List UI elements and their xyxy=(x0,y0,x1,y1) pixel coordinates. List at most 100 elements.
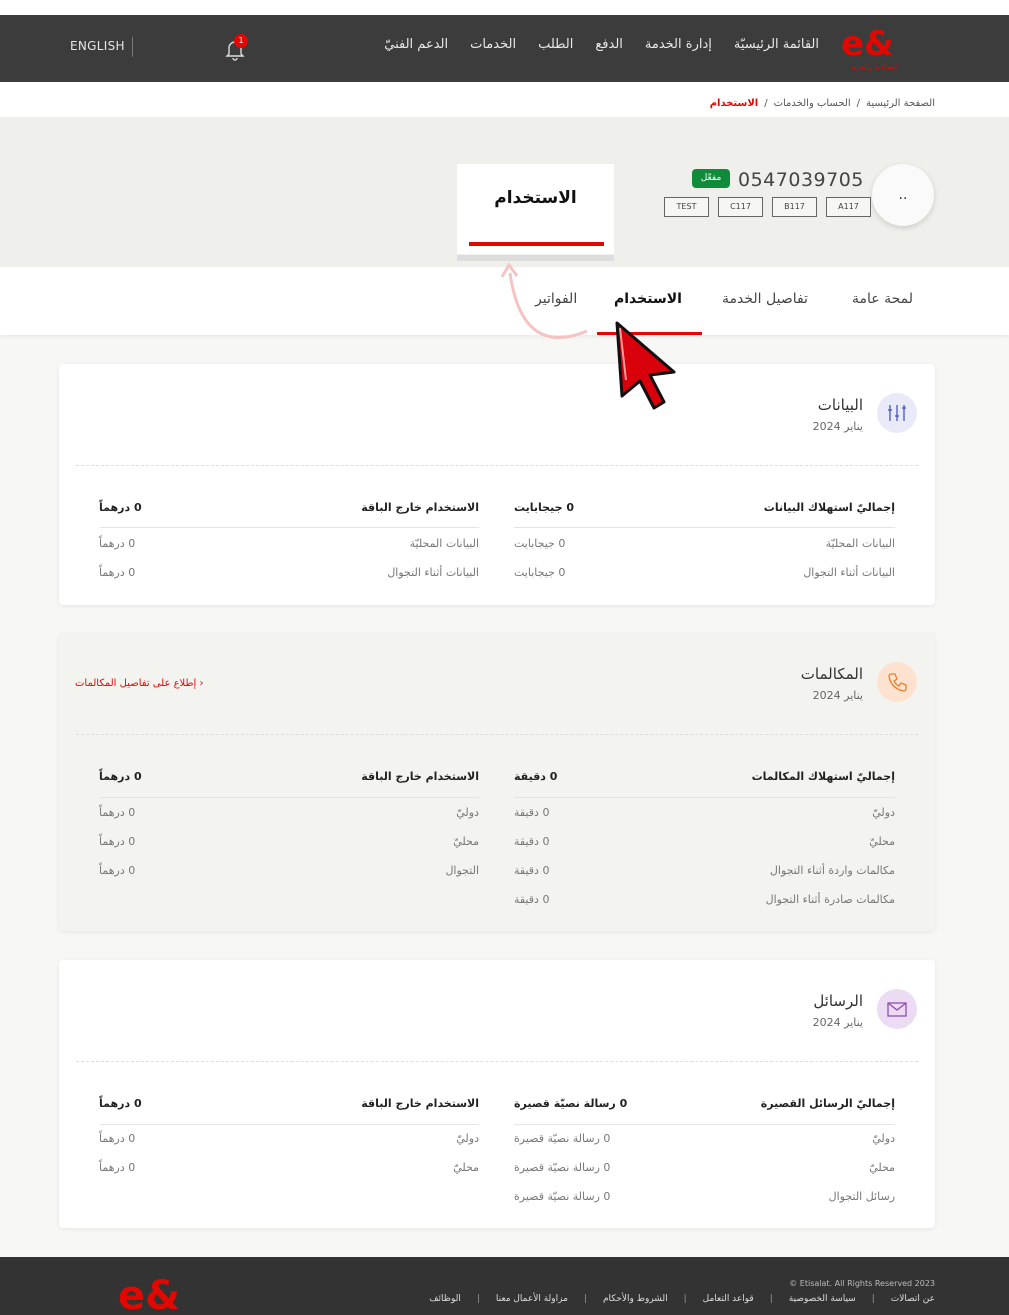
overage-row-label: محليّ xyxy=(453,835,479,848)
account-tag: A117 xyxy=(826,197,871,217)
divider xyxy=(76,465,918,466)
calls-usage-card: المكالمات يناير 2024 ‹ إطلاع على تفاصيل … xyxy=(59,633,935,931)
phone-icon xyxy=(877,662,917,702)
card-period: يناير 2024 xyxy=(812,689,863,702)
account-tag: B117 xyxy=(772,197,817,217)
divider xyxy=(99,527,479,528)
language-switch[interactable]: ENGLISH xyxy=(70,39,125,53)
tab-service-details[interactable]: تفاصيل الخدمة xyxy=(722,291,808,307)
divider xyxy=(514,797,895,798)
breadcrumb-current: الاستخدام xyxy=(709,97,759,109)
overage-row-value: 0 درهماً xyxy=(99,806,136,819)
overage-row-value: 0 درهماً xyxy=(99,537,136,550)
footer-separator: | xyxy=(871,1294,875,1304)
nav-item-home[interactable]: القائمة الرئيسيّة xyxy=(734,37,819,52)
account-tag: TEST xyxy=(664,197,709,217)
breadcrumb-account[interactable]: الحساب والخدمات xyxy=(774,98,851,109)
overage-row-label: دوليّ xyxy=(456,806,479,819)
footer-link-about[interactable]: عن اتصالات xyxy=(891,1294,935,1304)
breadcrumb-home[interactable]: الصفحة الرئيسية xyxy=(866,98,935,109)
usage-row-value: 0 رسالة نصيّة قصيرة xyxy=(514,1190,611,1203)
brand-logo-subtitle: اتصالات والمزيد xyxy=(851,63,897,71)
footer-links: عن اتصالات | سياسة الخصوصية | قواعد التعام… xyxy=(429,1294,935,1304)
breadcrumb-separator: / xyxy=(764,97,768,109)
overage-value: 0 درهماً xyxy=(99,770,142,783)
total-value: 0 رسالة نصيّة قصيرة xyxy=(514,1097,628,1110)
overage-row-label: محليّ xyxy=(453,1161,479,1174)
usage-row-label: مكالمات صادرة أثناء التجوال xyxy=(765,893,895,906)
zoomed-tab-shadow xyxy=(457,255,614,261)
overage-row-label: البيانات أثناء التجوال xyxy=(387,566,479,579)
nav-item-service-management[interactable]: إدارة الخدمة xyxy=(645,37,712,52)
usage-row-value: 0 دقيقة xyxy=(514,864,550,877)
usage-row-label: مكالمات واردة أثناء التجوال xyxy=(769,864,895,877)
overage-value: 0 درهماً xyxy=(99,1097,142,1110)
mouse-pointer-icon xyxy=(612,320,682,415)
usage-row-label: رسائل التجوال xyxy=(828,1190,895,1203)
account-header: .. 0547039705 مفعّل TEST C117 B117 A117 … xyxy=(0,117,1009,267)
breadcrumb-separator: / xyxy=(856,97,860,109)
overage-row-value: 0 درهماً xyxy=(99,566,136,579)
usage-row-value: 0 جيجابايت xyxy=(514,537,566,550)
account-tag: C117 xyxy=(718,197,763,217)
overage-row-value: 0 درهماً xyxy=(99,1161,136,1174)
footer-separator: | xyxy=(769,1294,773,1304)
usage-row-label: محليّ xyxy=(869,835,895,848)
usage-row-value: 0 دقيقة xyxy=(514,835,550,848)
zoomed-tab-label: الاستخدام xyxy=(494,188,577,208)
notification-bell-icon[interactable]: 1 xyxy=(224,34,248,61)
usage-row-label: دوليّ xyxy=(872,1132,895,1145)
nav-menu: القائمة الرئيسيّة إدارة الخدمة الدفع الط… xyxy=(384,37,819,52)
divider xyxy=(76,734,918,735)
divider xyxy=(514,1124,895,1125)
account-tags: TEST C117 B117 A117 xyxy=(664,197,871,217)
footer-brand-logo[interactable]: e& xyxy=(118,1265,180,1315)
svg-text:e&: e& xyxy=(118,1273,180,1315)
usage-row-value: 0 رسالة نصيّة قصيرة xyxy=(514,1161,611,1174)
total-header: إجماليّ الرسائل القصيرة xyxy=(760,1097,895,1110)
footer: 2023 Etisalat. All Rights Reserved © عن … xyxy=(0,1257,1009,1315)
tab-usage[interactable]: الاستخدام xyxy=(614,291,682,307)
footer-separator: | xyxy=(583,1294,587,1304)
divider xyxy=(514,527,895,528)
zoomed-tab-callout: الاستخدام xyxy=(457,164,614,254)
nav-item-order[interactable]: الطلب xyxy=(538,37,573,52)
overage-row-label: دوليّ xyxy=(456,1132,479,1145)
nav-item-support[interactable]: الدعم الفنيّ xyxy=(384,37,448,52)
divider xyxy=(99,1124,479,1125)
footer-link-code-of-conduct[interactable]: قواعد التعامل xyxy=(703,1294,754,1304)
svg-text:e&: e& xyxy=(841,24,894,63)
overage-header: الاستخدام خارج الباقة xyxy=(361,770,479,783)
footer-link-careers[interactable]: الوظائف xyxy=(429,1294,461,1304)
sms-usage-card: الرسائل يناير 2024 إجماليّ الرسائل القصي… xyxy=(59,960,935,1228)
envelope-icon xyxy=(877,989,917,1029)
footer-link-privacy[interactable]: سياسة الخصوصية xyxy=(789,1294,856,1304)
avatar[interactable]: .. xyxy=(872,164,934,226)
tab-overview[interactable]: لمحة عامة xyxy=(852,291,913,307)
notification-badge: 1 xyxy=(234,34,248,48)
overage-value: 0 درهماً xyxy=(99,501,142,514)
nav-item-payment[interactable]: الدفع xyxy=(595,37,623,52)
footer-link-terms[interactable]: الشروط والأحكام xyxy=(603,1294,668,1304)
status-badge: مفعّل xyxy=(692,169,730,188)
call-details-link[interactable]: ‹ إطلاع على تفاصيل المكالمات xyxy=(75,678,203,689)
card-period: يناير 2024 xyxy=(812,420,863,433)
card-period: يناير 2024 xyxy=(812,1016,863,1029)
copyright-text: 2023 Etisalat. All Rights Reserved © xyxy=(789,1279,935,1288)
zoomed-tab-underline xyxy=(469,242,604,246)
divider xyxy=(99,797,479,798)
card-title: الرسائل xyxy=(813,992,863,1010)
chevron-left-icon: ‹ xyxy=(196,678,204,689)
overage-row-value: 0 درهماً xyxy=(99,835,136,848)
total-header: إجماليّ استهلاك البيانات xyxy=(763,501,895,514)
total-header: إجماليّ استهلاك المكالمات xyxy=(751,770,895,783)
top-strip xyxy=(0,0,1009,15)
footer-link-business[interactable]: مزاولة الأعمال معنا xyxy=(496,1294,568,1304)
footer-separator: | xyxy=(683,1294,687,1304)
annotation-arrow-icon xyxy=(492,262,602,343)
overage-header: الاستخدام خارج الباقة xyxy=(361,1097,479,1110)
usage-row-value: 0 رسالة نصيّة قصيرة xyxy=(514,1132,611,1145)
nav-divider xyxy=(132,37,133,57)
nav-item-services[interactable]: الخدمات xyxy=(470,37,516,52)
data-usage-card: البيانات يناير 2024 إجماليّ استهلاك البي… xyxy=(59,364,935,605)
